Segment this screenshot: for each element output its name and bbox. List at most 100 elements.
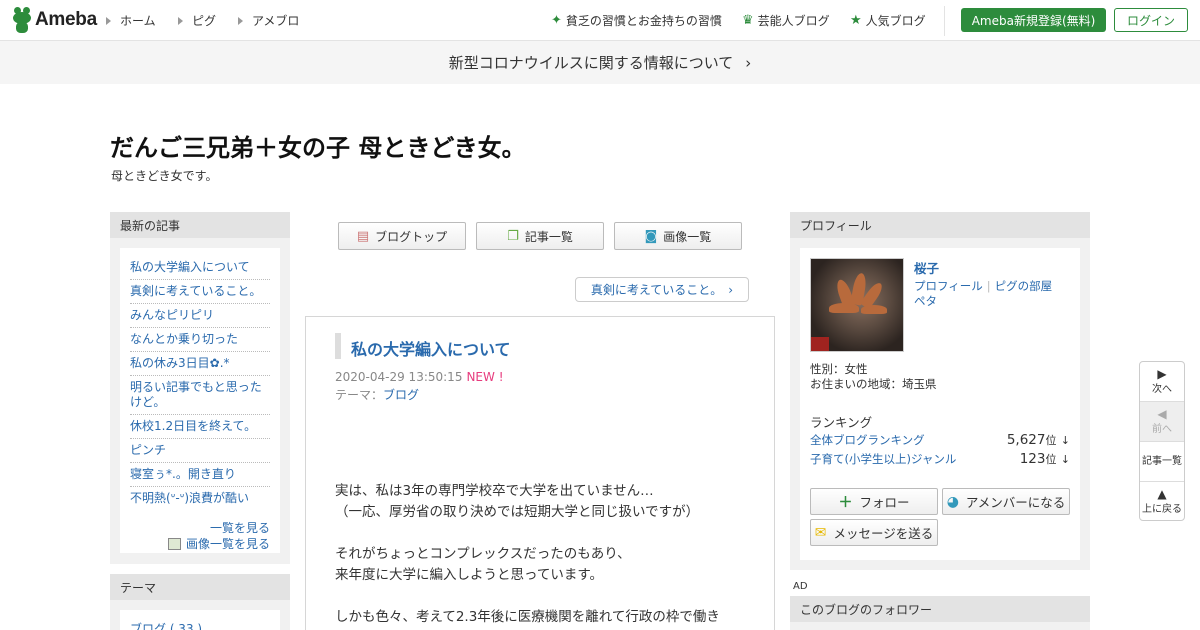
prev-button[interactable]: ◀ 前へ [1140,402,1184,442]
body-line: しかも色々、考えて2.3年後に医療機関を離れて行政の枠で働き [335,609,720,625]
rank-arrow-icon: ↓ [1060,434,1070,447]
envelope-icon: ✉ [814,524,827,541]
list-item[interactable]: みんなピリピリ [130,304,270,328]
list-item[interactable]: 休校1.2日目を終えて。 [130,415,270,439]
top-header: Ameba ホーム ピグ アメブロ ✦ 貧乏の習慣とお金持ちの習慣 ♛ 芸能人ブログ… [0,0,1200,41]
profile-gender: 性別：女性 [810,362,868,376]
recent-link[interactable]: 私の大学編入について [130,260,250,274]
followers-heading: このブログのフォロワー [790,596,1090,622]
profile-name[interactable]: 桜子 [914,258,939,277]
separator: | [986,279,991,293]
next-label: 次へ [1152,384,1172,395]
covid-notice-bar[interactable]: 新型コロナウイルスに関する情報について › [0,41,1200,84]
recent-link[interactable]: 休校1.2日目を終えて。 [130,419,256,433]
profile-info: 性別：女性 お住まいの地域：埼玉県 [810,362,937,392]
prev-article-link[interactable]: 真剣に考えていること。 › [575,277,749,302]
ranking-row: 子育て(小学生以上)ジャンル 123位 ↓ [810,451,1070,467]
follow-label: フォロー [859,495,910,510]
message-label: メッセージを送る [833,526,934,541]
recent-heading: 最新の記事 [110,212,290,238]
body-line: （一応、厚労省の取り決めでは短期大学と同じ扱いですが） [335,504,700,520]
nav-home[interactable]: ホーム [106,12,156,29]
triangle-icon [238,16,243,25]
register-button[interactable]: Ameba新規登録(無料) [961,8,1106,32]
blog-title[interactable]: だんご三兄弟＋女の子 母ときどき女。 [110,128,526,163]
ranking-link[interactable]: 全体ブログランキング [810,432,925,448]
see-images-link[interactable]: 画像一覧を見る [186,537,270,551]
tab-image-list[interactable]: ◙ 画像一覧 [614,222,742,250]
tab-blog-top[interactable]: ▤ ブログトップ [338,222,466,250]
rank-unit: 位 [1045,453,1057,466]
login-button[interactable]: ログイン [1114,8,1188,32]
profile-image[interactable] [810,258,904,352]
tab-article-list[interactable]: ❐ 記事一覧 [476,222,604,250]
follow-button[interactable]: ＋ フォロー [810,488,938,515]
list-item[interactable]: 寝室ぅ*.。開き直り [130,463,270,487]
list-item[interactable]: 真剣に考えていること。 [130,280,270,304]
link-habits[interactable]: ✦ 貧乏の習慣とお金持ちの習慣 [551,12,722,29]
recent-link[interactable]: なんとか乗り切った [130,332,238,346]
link-popular-label: 人気ブログ [865,14,926,28]
profile-links: プロフィール | ピグの部屋 ペタ [914,279,1052,309]
rank-arrow-icon: ↓ [1060,453,1070,466]
article-title[interactable]: 私の大学編入について [351,336,511,360]
back-to-top-button[interactable]: ▲ 上に戻る [1140,482,1184,520]
back-to-top-label: 上に戻る [1142,504,1182,515]
article-card: 私の大学編入について 2020-04-29 13:50:15 NEW ! テーマ：… [305,316,775,630]
recent-link[interactable]: みんなピリピリ [130,308,214,322]
theme-box: ブログ ( 33 ) [110,600,290,630]
profile-link[interactable]: プロフィール [914,279,983,293]
sparkle-icon: ✦ [551,13,562,28]
link-habits-label: 貧乏の習慣とお金持ちの習慣 [565,14,722,28]
nav-pigg[interactable]: ピグ [178,12,216,29]
title-accent-bar [335,333,341,359]
up-arrow-icon: ▲ [1157,487,1167,501]
message-button[interactable]: ✉ メッセージを送る [810,519,938,546]
article-list-button[interactable]: 記事一覧 [1140,442,1184,482]
rank-number: 5,627 [1006,432,1046,448]
followers-box [790,622,1090,630]
prev-article-label: 真剣に考えていること。 [590,283,723,297]
triangle-icon [178,16,183,25]
list-item[interactable]: 不明熱(ᐡ-ᐡ)浪費が酷い [130,487,270,510]
see-list-link[interactable]: 一覧を見る [210,521,270,535]
profile-location: お住まいの地域：埼玉県 [810,377,937,391]
link-popular-blog[interactable]: ★ 人気ブログ [850,12,926,29]
link-celebrity-blog[interactable]: ♛ 芸能人ブログ [742,12,830,29]
play-icon: ▶ [1157,367,1167,381]
profile-heading: プロフィール [790,212,1090,238]
recent-link[interactable]: 私の休み3日目✿.* [130,356,230,370]
pigg-room-link[interactable]: ピグの部屋 [995,279,1053,293]
list-item[interactable]: なんとか乗り切った [130,328,270,352]
list-item[interactable]: ピンチ [130,439,270,463]
chevron-right-icon: › [745,53,752,72]
recent-link[interactable]: 明るい記事でもと思ったけど。 [130,380,262,409]
star-icon: ★ [850,13,862,28]
theme-link[interactable]: ブログ ( 33 ) [130,620,202,630]
recent-link[interactable]: ピンチ [130,443,166,457]
ranking-link[interactable]: 子育て(小学生以上)ジャンル [810,451,956,467]
rank-number: 123 [1019,451,1046,467]
recent-link[interactable]: 不明熱(ᐡ-ᐡ)浪費が酷い [130,491,249,505]
list-item[interactable]: 私の大学編入について [130,256,270,280]
recent-link[interactable]: 寝室ぅ*.。開き直り [130,467,236,481]
nav-ameblo[interactable]: アメブロ [238,12,299,29]
crown-icon: ♛ [742,13,754,28]
theme-label: テーマ： [335,388,384,402]
recent-articles-list: 私の大学編入について 真剣に考えていること。 みんなピリピリ なんとか乗り切った… [130,256,270,510]
new-badge: NEW ! [466,370,504,384]
amember-label: アメンバーになる [965,495,1066,510]
ameba-logo[interactable]: Ameba [12,7,97,33]
next-button[interactable]: ▶ 次へ [1140,362,1184,402]
recent-link[interactable]: 真剣に考えていること。 [130,284,261,298]
covid-notice-text: 新型コロナウイルスに関する情報について [448,54,734,72]
peta-link[interactable]: ペタ [914,294,937,308]
list-item[interactable]: 私の休み3日目✿.* [130,352,270,376]
logo-text: Ameba [35,9,97,30]
list-item[interactable]: 明るい記事でもと思ったけど。 [130,376,270,415]
theme-value-link[interactable]: ブログ [383,388,419,402]
recent-inner: 私の大学編入について 真剣に考えていること。 みんなピリピリ なんとか乗り切った… [120,248,280,553]
amember-button[interactable]: ◕ アメンバーになる [942,488,1070,515]
article-list-label: 記事一覧 [1142,456,1182,467]
ameba-frog-icon [12,7,32,33]
